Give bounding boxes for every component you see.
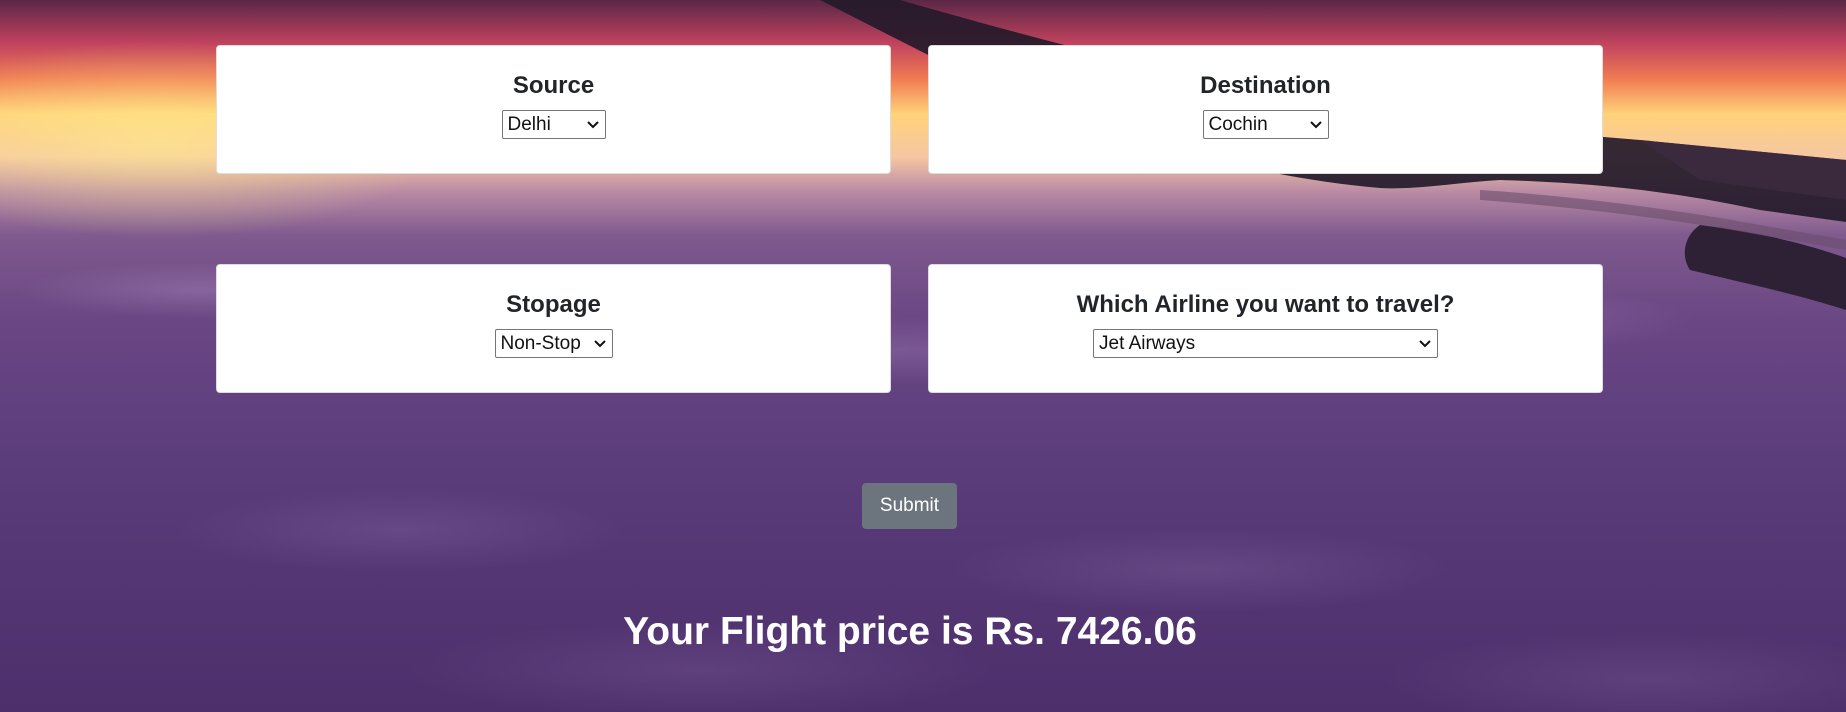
destination-label: Destination bbox=[1200, 72, 1331, 99]
chevron-down-icon bbox=[1419, 340, 1431, 348]
destination-card: Destination Cochin bbox=[928, 45, 1603, 174]
destination-selected-value: Cochin bbox=[1208, 114, 1268, 135]
airline-label: Which Airline you want to travel? bbox=[1076, 291, 1455, 318]
submit-button[interactable]: Submit bbox=[862, 483, 957, 529]
airline-select[interactable]: Jet Airways bbox=[1093, 329, 1438, 358]
source-select[interactable]: Delhi bbox=[501, 110, 606, 139]
chevron-down-icon bbox=[1309, 121, 1322, 129]
stopage-select[interactable]: Non-Stop bbox=[494, 329, 613, 358]
source-card: Source Delhi bbox=[216, 45, 891, 174]
chevron-down-icon bbox=[593, 340, 606, 348]
source-label: Source bbox=[512, 72, 595, 99]
flight-price-result: Your Flight price is Rs. 7426.06 bbox=[623, 610, 1197, 653]
stopage-card: Stopage Non-Stop bbox=[216, 264, 891, 393]
chevron-down-icon bbox=[586, 121, 599, 129]
stopage-label: Stopage bbox=[506, 291, 601, 318]
stopage-selected-value: Non-Stop bbox=[500, 333, 581, 354]
airline-card: Which Airline you want to travel? Jet Ai… bbox=[928, 264, 1603, 393]
airline-selected-value: Jet Airways bbox=[1099, 333, 1196, 354]
destination-select[interactable]: Cochin bbox=[1202, 110, 1329, 139]
source-selected-value: Delhi bbox=[507, 114, 551, 135]
